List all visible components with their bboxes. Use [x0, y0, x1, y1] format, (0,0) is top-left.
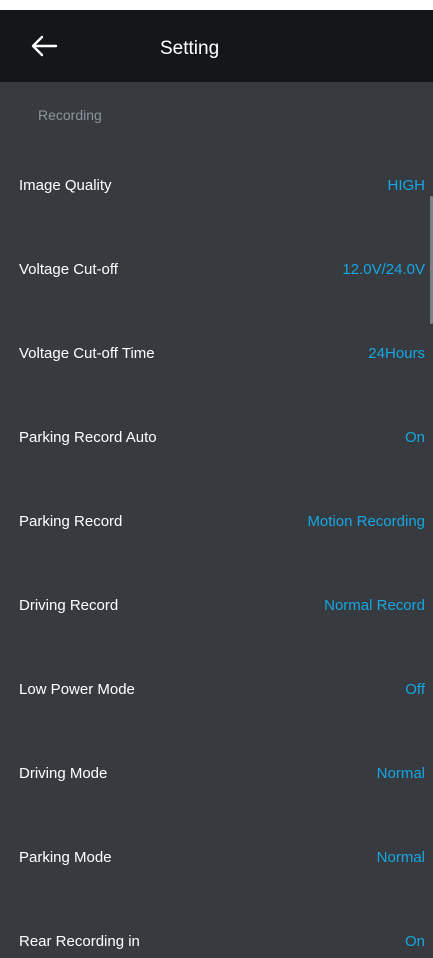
setting-value: 12.0V/24.0V — [342, 261, 425, 278]
setting-value: Normal — [376, 849, 425, 866]
setting-value: Motion Recording — [307, 513, 425, 530]
setting-value: On — [404, 933, 425, 950]
setting-value: On — [404, 429, 425, 446]
setting-value: Normal — [376, 765, 425, 782]
setting-label: Voltage Cut-off — [19, 261, 118, 278]
setting-row-rear-recording-in[interactable]: Rear Recording in On — [0, 900, 433, 958]
setting-label: Voltage Cut-off Time — [19, 345, 155, 362]
setting-label: Image Quality — [19, 177, 112, 194]
setting-row-voltage-cut-off-time[interactable]: Voltage Cut-off Time 24Hours — [0, 312, 433, 396]
page-title: Setting — [160, 38, 220, 59]
back-button[interactable] — [30, 26, 66, 66]
setting-value: HIGH — [387, 177, 426, 194]
setting-row-parking-record-auto[interactable]: Parking Record Auto On — [0, 396, 433, 480]
setting-label: Driving Record — [19, 597, 119, 614]
settings-screen: Setting Recording Image Quality HIGH Vol… — [0, 0, 433, 958]
setting-row-image-quality[interactable]: Image Quality HIGH — [0, 144, 433, 228]
setting-label: Rear Recording in — [19, 933, 140, 950]
setting-row-voltage-cut-off[interactable]: Voltage Cut-off 12.0V/24.0V — [0, 228, 433, 312]
setting-label: Parking Record — [19, 513, 123, 530]
settings-list: Image Quality HIGH Voltage Cut-off 12.0V… — [0, 144, 433, 958]
section-header-recording: Recording — [38, 107, 102, 123]
setting-value: 24Hours — [368, 345, 425, 362]
setting-label: Parking Record Auto — [19, 429, 157, 446]
setting-value: Off — [405, 681, 425, 698]
setting-value: Normal Record — [324, 597, 425, 614]
setting-label: Low Power Mode — [19, 681, 135, 698]
setting-row-parking-record[interactable]: Parking Record Motion Recording — [0, 480, 433, 564]
arrow-left-icon — [30, 35, 58, 57]
setting-row-parking-mode[interactable]: Parking Mode Normal — [0, 816, 433, 900]
setting-label: Driving Mode — [19, 765, 108, 782]
setting-row-low-power-mode[interactable]: Low Power Mode Off — [0, 648, 433, 732]
app-header: Setting — [0, 10, 433, 82]
setting-label: Parking Mode — [19, 849, 112, 866]
setting-row-driving-mode[interactable]: Driving Mode Normal — [0, 732, 433, 816]
setting-row-driving-record[interactable]: Driving Record Normal Record — [0, 564, 433, 648]
status-strip — [0, 0, 433, 10]
